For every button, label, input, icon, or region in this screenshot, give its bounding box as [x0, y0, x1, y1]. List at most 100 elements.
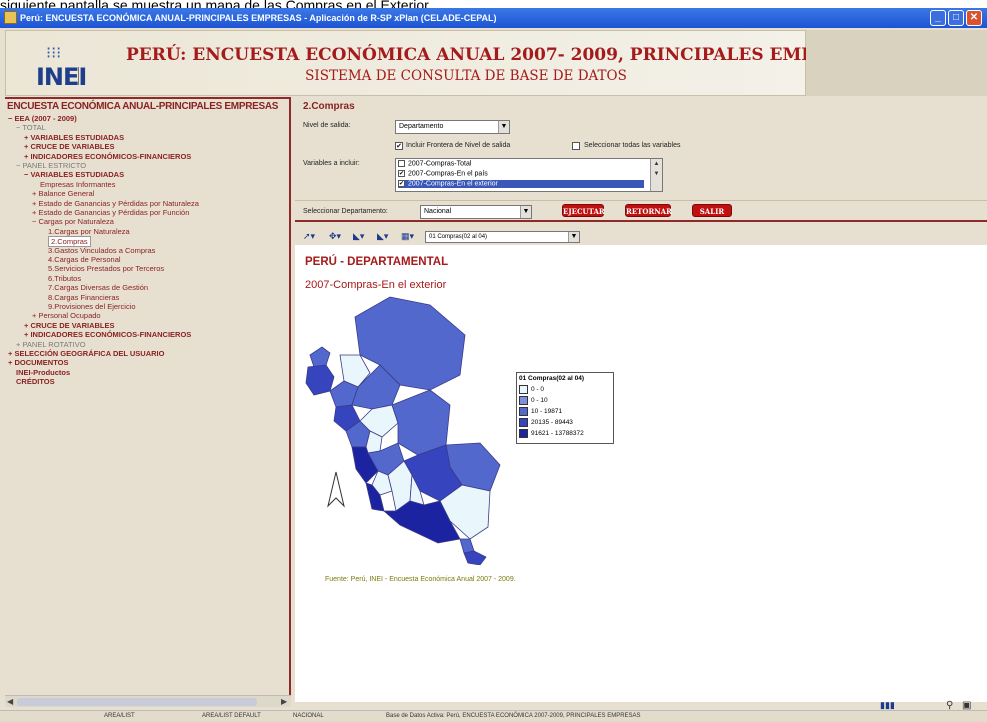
- table-tool-icon[interactable]: ▦▾: [401, 231, 414, 242]
- app-icon: [4, 11, 17, 24]
- variables-scrollbar[interactable]: ▲ ▼: [650, 159, 662, 191]
- scroll-thumb[interactable]: [17, 698, 257, 706]
- legend-item: 20135 - 89443: [519, 418, 573, 427]
- layer-tool-icon[interactable]: ◣▾: [377, 231, 388, 242]
- legend-item: 0 - 10: [519, 396, 548, 405]
- variable-item-selected[interactable]: ✔ 2007-Compras-En el exterior: [398, 180, 644, 188]
- region-tacna: [463, 550, 487, 565]
- inei-logo: ⁝⁝⁝ INEI: [36, 43, 106, 91]
- legend-item: 91621 - 13788372: [519, 429, 584, 438]
- map-source: Fuente: Perú, INEI - Encuesta Económica …: [325, 576, 516, 583]
- tree-item[interactable]: + Estado de Ganancias y Pérdidas por Nat…: [32, 199, 199, 208]
- tree-horizontal-scrollbar[interactable]: ◀ ▶: [5, 695, 291, 707]
- banner-title: PERÚ: ENCUESTA ECONÓMICA ANUAL 2007- 200…: [126, 45, 879, 65]
- form-title: 2.Compras: [303, 101, 355, 112]
- variable-checkbox[interactable]: ✔: [398, 170, 405, 177]
- map-tool-icon[interactable]: ◣▾: [353, 231, 364, 242]
- north-arrow-icon: [327, 471, 345, 508]
- tree-item[interactable]: + CRUCE DE VARIABLES: [24, 142, 115, 151]
- tree-item[interactable]: − PANEL ESTRICTO: [16, 161, 86, 170]
- minimize-button[interactable]: _: [930, 10, 946, 26]
- region-moquegua: [459, 538, 475, 554]
- banner-subtitle: SISTEMA DE CONSULTA DE BASE DE DATOS: [305, 68, 627, 84]
- tree-item[interactable]: + VARIABLES ESTUDIADAS: [24, 133, 124, 142]
- zoom-tool-icon[interactable]: ✥▾: [329, 231, 341, 242]
- banner-right-panel: [806, 30, 987, 96]
- status-bar: AREA/LIST AREA/LIST DEFAULT NACIONAL Bas…: [0, 710, 987, 722]
- tree-item[interactable]: + INDICADORES ECONÓMICOS-FINANCIEROS: [24, 152, 191, 161]
- variable-item[interactable]: 2007-Compras-Total: [398, 160, 644, 168]
- header-banner: ⁝⁝⁝ INEI PERÚ: ENCUESTA ECONÓMICA ANUAL …: [5, 30, 879, 96]
- tree-item[interactable]: + DOCUMENTOS: [8, 358, 69, 367]
- close-button[interactable]: ✕: [966, 10, 982, 26]
- legend-label: 20135 - 89443: [531, 419, 573, 426]
- departamento-select[interactable]: Nacional ▼: [420, 205, 532, 219]
- retornar-button[interactable]: RETORNAR: [625, 204, 672, 217]
- tree-item[interactable]: + PANEL ROTATIVO: [16, 340, 86, 349]
- ejecutar-button[interactable]: EJECUTAR: [562, 204, 605, 217]
- variable-checkbox[interactable]: [398, 160, 405, 167]
- map-legend: 01 Compras(02 al 04) 0 - 0 0 - 10 10 - 198…: [516, 372, 614, 444]
- logo-mark-icon: ⁝⁝⁝: [46, 45, 62, 62]
- chevron-down-icon[interactable]: ▼: [498, 121, 509, 133]
- peru-choropleth-map[interactable]: [300, 295, 510, 565]
- tree-item[interactable]: − VARIABLES ESTUDIADAS: [24, 170, 124, 179]
- scroll-right-icon[interactable]: ▶: [281, 697, 287, 706]
- tree-item[interactable]: + Personal Ocupado: [32, 311, 101, 320]
- variable-item[interactable]: ✔ 2007-Compras-En el país: [398, 170, 644, 178]
- tree-item[interactable]: Empresas Informantes: [40, 180, 115, 189]
- region-ucayali: [391, 389, 451, 456]
- departamento-select-value: Nacional: [424, 208, 452, 215]
- salir-button[interactable]: SALIR: [692, 204, 732, 217]
- tree-item[interactable]: − TOTAL: [16, 123, 46, 132]
- departamento-label: Seleccionar Departamento:: [303, 208, 388, 215]
- status-nivel: NACIONAL: [293, 713, 324, 719]
- legend-item: 10 - 19871: [519, 407, 562, 416]
- tree-item[interactable]: + CRUCE DE VARIABLES: [24, 321, 115, 330]
- tree-item[interactable]: − Cargas por Naturaleza: [32, 217, 114, 226]
- legend-title: 01 Compras(02 al 04): [519, 375, 585, 382]
- legend-swatch: [519, 429, 528, 438]
- tree-item[interactable]: CRÉDITOS: [16, 377, 55, 386]
- nivel-select-value: Departamento: [399, 123, 444, 130]
- chevron-down-icon[interactable]: ▼: [520, 206, 531, 218]
- status-area-list: AREA/LIST: [104, 713, 135, 719]
- tree-item[interactable]: + SELECCIÓN GEOGRÁFICA DEL USUARIO: [8, 349, 164, 358]
- window-titlebar: Perú: ENCUESTA ECONÓMICA ANUAL-PRINCIPAL…: [0, 8, 987, 28]
- legend-swatch: [519, 418, 528, 427]
- legend-label: 91621 - 13788372: [531, 430, 584, 437]
- seleccionar-todas-checkbox[interactable]: [572, 142, 580, 150]
- map-title: PERÚ - DEPARTAMENTAL: [305, 256, 449, 268]
- map-subtitle: 2007-Compras-En el exterior: [305, 279, 447, 291]
- pointer-tool-icon[interactable]: ➚▾: [303, 231, 315, 242]
- tree-item[interactable]: 6.Tributos: [48, 274, 81, 283]
- seleccionar-todas-label: Seleccionar todas las variables: [584, 142, 681, 149]
- chevron-down-icon[interactable]: ▼: [568, 232, 579, 242]
- tree-item[interactable]: 3.Gastos Vinculados a Compras: [48, 246, 155, 255]
- tree-item[interactable]: INEI-Productos: [16, 368, 70, 377]
- scroll-left-icon[interactable]: ◀: [7, 697, 13, 706]
- layer-select-value: 01 Compras(02 al 04): [429, 234, 488, 240]
- tree-item[interactable]: 9.Provisiones del Ejercicio: [48, 302, 136, 311]
- incluir-frontera-checkbox[interactable]: ✔: [395, 142, 403, 150]
- tree-item[interactable]: + Estado de Ganancias y Pérdidas por Fun…: [32, 208, 189, 217]
- region-piura: [305, 364, 335, 396]
- legend-label: 0 - 10: [531, 397, 548, 404]
- tree-header: ENCUESTA ECONÓMICA ANUAL-PRINCIPALES EMP…: [7, 101, 279, 112]
- maximize-button[interactable]: □: [948, 10, 964, 26]
- tree-item[interactable]: + INDICADORES ECONÓMICOS-FINANCIEROS: [24, 330, 191, 339]
- tree-item[interactable]: − EEA (2007 - 2009): [8, 114, 77, 123]
- variables-listbox[interactable]: 2007-Compras-Total ✔ 2007-Compras-En el p…: [395, 158, 663, 192]
- tree-item[interactable]: + Balance General: [32, 189, 94, 198]
- layer-select[interactable]: 01 Compras(02 al 04) ▼: [425, 231, 580, 243]
- status-database: Base de Datos Activa: Perú, ENCUESTA ECO…: [386, 713, 641, 719]
- nivel-select[interactable]: Departamento ▼: [395, 120, 510, 134]
- tree-item[interactable]: 4.Cargas de Personal: [48, 255, 121, 264]
- tree-item[interactable]: 1.Cargas por Naturaleza: [48, 227, 130, 236]
- variable-checkbox[interactable]: ✔: [398, 180, 405, 187]
- tree-item[interactable]: 8.Cargas Financieras: [48, 293, 119, 302]
- tree-item[interactable]: 5.Servicios Prestados por Terceros: [48, 264, 164, 273]
- legend-label: 0 - 0: [531, 386, 545, 393]
- legend-swatch: [519, 407, 528, 416]
- tree-item[interactable]: 7.Cargas Diversas de Gestión: [48, 283, 148, 292]
